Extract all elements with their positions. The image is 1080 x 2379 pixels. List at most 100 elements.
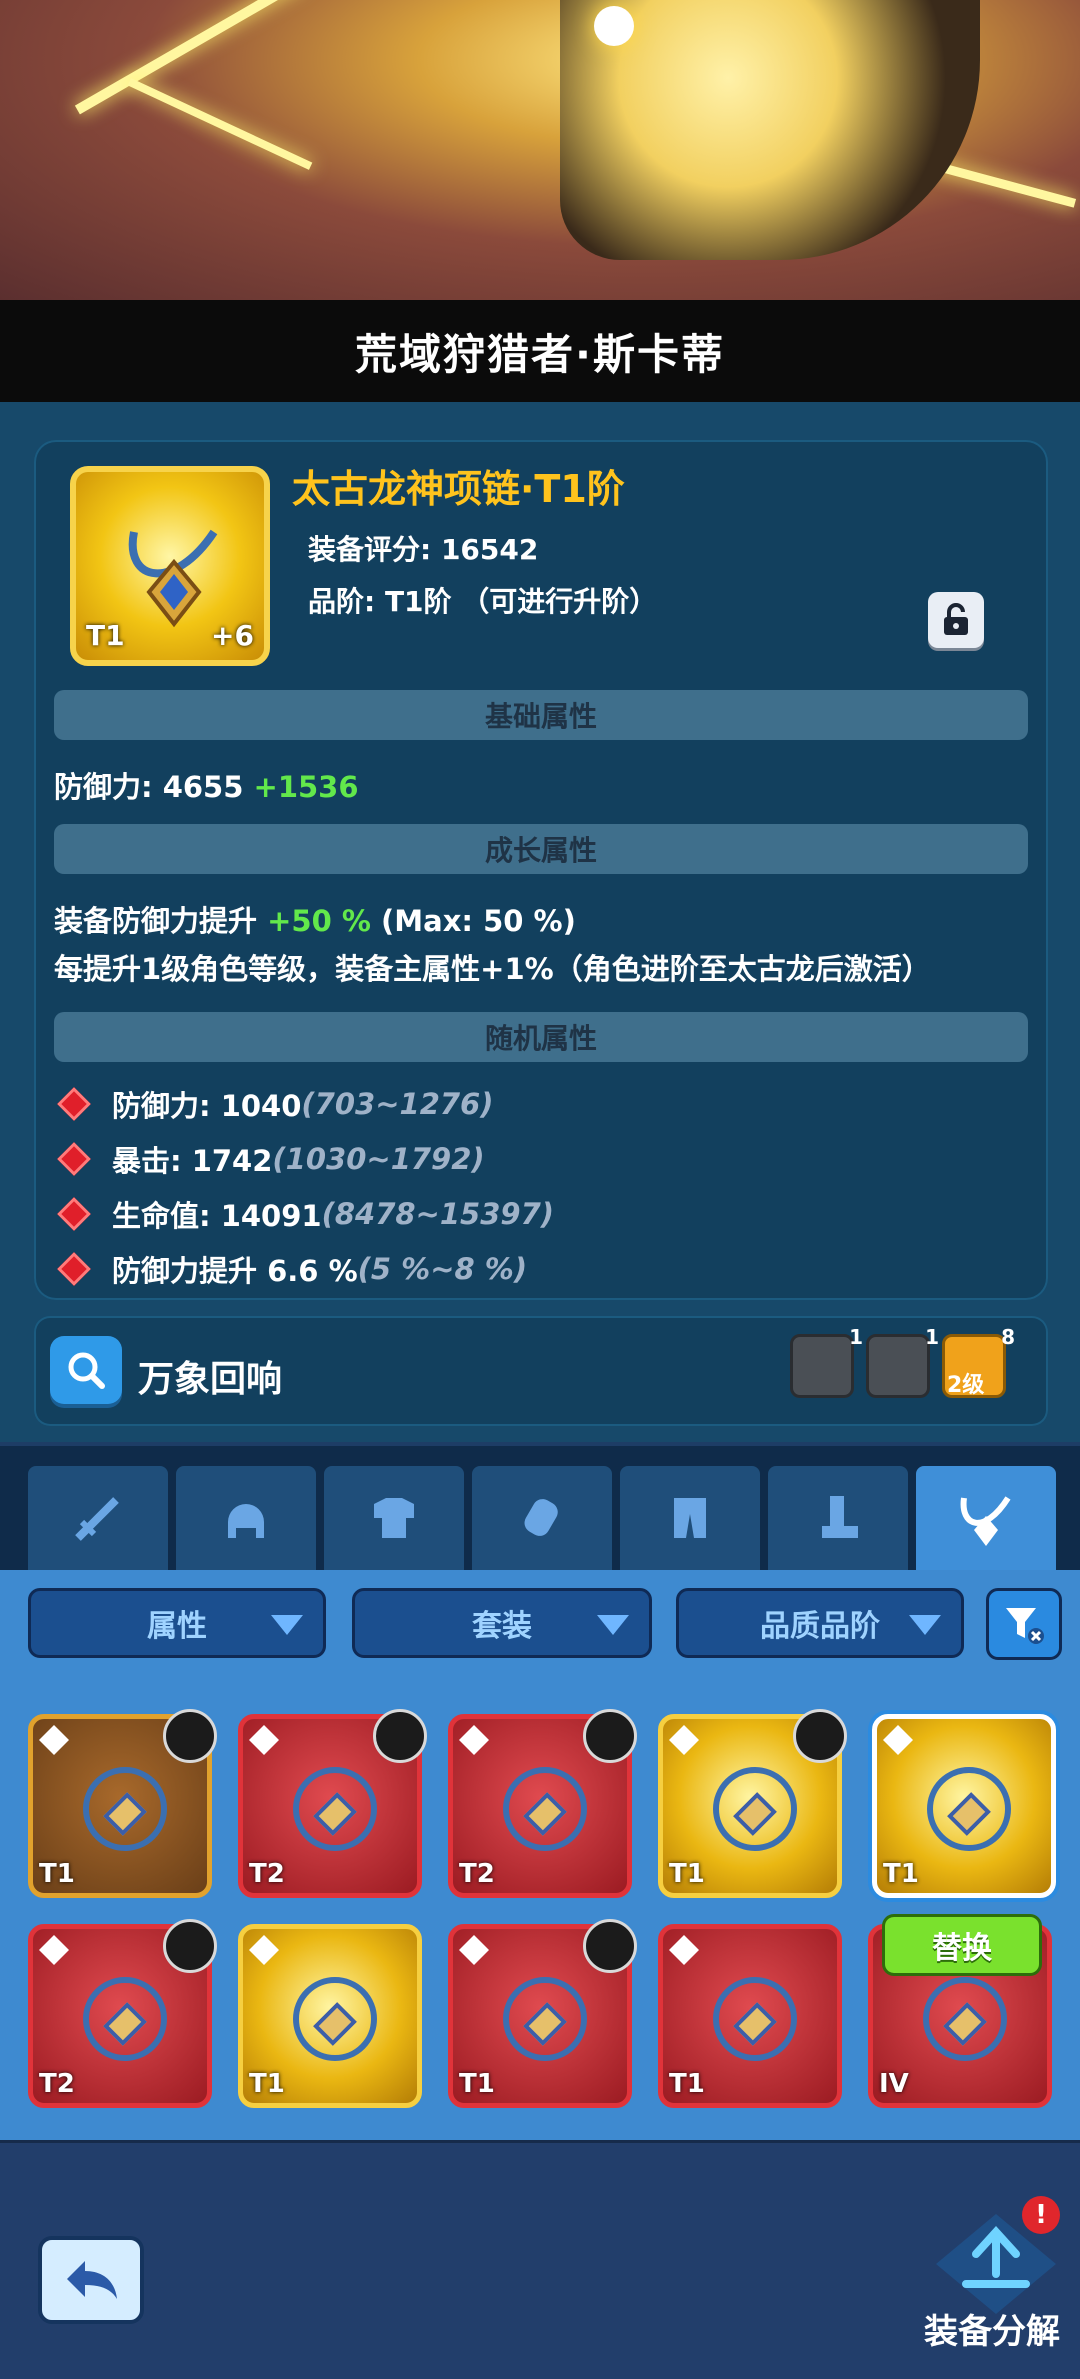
necklace-icon	[128, 529, 218, 628]
pants-icon	[674, 1498, 706, 1538]
base-attr-line: 防御力: 4655 +1536	[54, 764, 359, 806]
item-tier: T1	[669, 1859, 705, 1889]
armor-icon	[374, 1498, 414, 1538]
item-tier: T1	[249, 2069, 285, 2099]
random-attr-label: 暴击: 1742	[112, 1144, 273, 1178]
hero-portrait-icon	[583, 1709, 637, 1763]
unlock-icon	[944, 603, 968, 635]
tab-armor[interactable]	[324, 1466, 464, 1570]
boots-icon	[822, 1496, 858, 1538]
inventory-item-selected[interactable]: T1	[872, 1714, 1056, 1898]
title-bar: 荒域狩猎者·斯卡蒂	[0, 300, 1080, 402]
hero-banner	[0, 0, 1080, 300]
replace-button[interactable]: 替换	[882, 1914, 1042, 1976]
rank-marker-icon	[669, 1935, 699, 1965]
inventory-item[interactable]: T1	[658, 1709, 847, 1898]
necklace-icon	[713, 1977, 797, 2061]
tab-gauntlet[interactable]	[472, 1466, 612, 1570]
necklace-icon	[83, 1977, 167, 2061]
necklace-icon	[503, 1767, 587, 1851]
necklace-icon	[293, 1767, 377, 1851]
red-gem-icon	[57, 1087, 91, 1121]
item-tier: T1	[39, 1859, 75, 1889]
back-arrow-icon	[67, 2261, 117, 2299]
attr-filter-label: 属性	[147, 1609, 207, 1644]
attr-filter-dropdown[interactable]: 属性	[28, 1588, 326, 1658]
section-growth: 成长属性	[54, 824, 1028, 874]
echo-label: 万象回响	[138, 1359, 283, 1400]
base-attr-bonus: +1536	[253, 770, 359, 804]
necklace-icon	[923, 1977, 1007, 2061]
search-icon	[68, 1352, 105, 1389]
skill-count: 8	[1001, 1325, 1015, 1349]
back-button[interactable]	[38, 2236, 144, 2324]
inventory-item[interactable]: T1	[658, 1924, 842, 2108]
inventory-item[interactable]: T2	[28, 1919, 217, 2108]
random-attr-label: 防御力: 1040	[112, 1089, 302, 1123]
set-filter-label: 套装	[472, 1609, 532, 1644]
random-attr-row: 生命值: 14091 (8478~15397)	[56, 1194, 554, 1234]
growth-value: +50 %	[267, 904, 371, 938]
inventory-item[interactable]: T1	[28, 1709, 217, 1898]
enhance-level: +6	[211, 619, 254, 652]
growth-suffix: (Max: 50 %)	[370, 904, 576, 938]
rank-marker-icon	[459, 1725, 489, 1755]
red-gem-icon	[57, 1197, 91, 1231]
set-filter-dropdown[interactable]: 套装	[352, 1588, 652, 1658]
skill-count: 1	[849, 1325, 863, 1349]
item-tier: T2	[459, 1859, 495, 1889]
filter-clear-icon	[1006, 1608, 1044, 1644]
random-attr-range: (8478~15397)	[321, 1197, 555, 1231]
skill-level: 2级	[947, 1373, 985, 1398]
item-score: 装备评分: 16542	[308, 533, 539, 566]
red-gem-icon	[57, 1142, 91, 1176]
tab-pants[interactable]	[620, 1466, 760, 1570]
rank-marker-icon	[39, 1725, 69, 1755]
section-base: 基础属性	[54, 690, 1028, 740]
item-tier: 品阶: T1阶 （可进行升阶）	[308, 585, 658, 618]
hero-portrait-icon	[583, 1919, 637, 1973]
hero-portrait-icon	[163, 1709, 217, 1763]
item-name: 太古龙神项链·T1阶	[292, 467, 625, 511]
decompose-label[interactable]: 装备分解	[924, 2304, 1060, 2353]
echo-search-button[interactable]	[50, 1336, 122, 1404]
tab-weapon[interactable]	[28, 1466, 168, 1570]
section-random: 随机属性	[54, 1012, 1028, 1062]
random-attr-label: 生命值: 14091	[112, 1199, 322, 1233]
hero-portrait-icon	[373, 1709, 427, 1763]
necklace-icon	[503, 1977, 587, 2061]
item-tier: T1	[883, 1859, 919, 1889]
skill-count: 1	[925, 1325, 939, 1349]
necklace-icon	[927, 1767, 1011, 1851]
gauntlet-icon	[524, 1499, 558, 1536]
item-tier: IV	[879, 2069, 909, 2099]
sword-icon	[75, 1497, 119, 1541]
clear-filter-button[interactable]	[986, 1588, 1062, 1660]
lightning-icon[interactable]: 8 2级	[942, 1325, 1015, 1398]
selected-item-icon[interactable]: T1 +6	[70, 466, 270, 666]
rank-marker-icon	[459, 1935, 489, 1965]
item-tier: T1	[669, 2069, 705, 2099]
helmet-icon	[228, 1504, 264, 1538]
skull-icon[interactable]: 1	[790, 1325, 863, 1398]
chevron-down-icon	[271, 1615, 303, 1635]
item-tier: T1	[459, 2069, 495, 2099]
item-tier: T2	[39, 2069, 75, 2099]
inventory-item[interactable]: T1	[238, 1924, 422, 2108]
growth-line-1: 装备防御力提升 +50 % (Max: 50 %)	[54, 898, 576, 940]
tab-necklace[interactable]	[916, 1466, 1056, 1570]
necklace-icon	[960, 1496, 1011, 1546]
echo-bar: 万象回响 1 1 8 2级	[34, 1316, 1048, 1426]
quality-filter-dropdown[interactable]: 品质品阶	[676, 1588, 964, 1658]
item-tier: T2	[249, 1859, 285, 1889]
snowflake-icon[interactable]: 1	[866, 1325, 939, 1398]
tab-boots[interactable]	[768, 1466, 908, 1570]
inventory-item[interactable]: T2	[238, 1709, 427, 1898]
quality-filter-label: 品质品阶	[760, 1609, 880, 1644]
inventory-item[interactable]: T2	[448, 1709, 637, 1898]
tab-helmet[interactable]	[176, 1466, 316, 1570]
inventory-item[interactable]: T1	[448, 1919, 637, 2108]
lock-button[interactable]	[928, 592, 984, 648]
growth-prefix: 装备防御力提升	[54, 904, 268, 938]
growth-line-2: 每提升1级角色等级，装备主属性+1%（角色进阶至太古龙后激活）	[54, 952, 931, 986]
